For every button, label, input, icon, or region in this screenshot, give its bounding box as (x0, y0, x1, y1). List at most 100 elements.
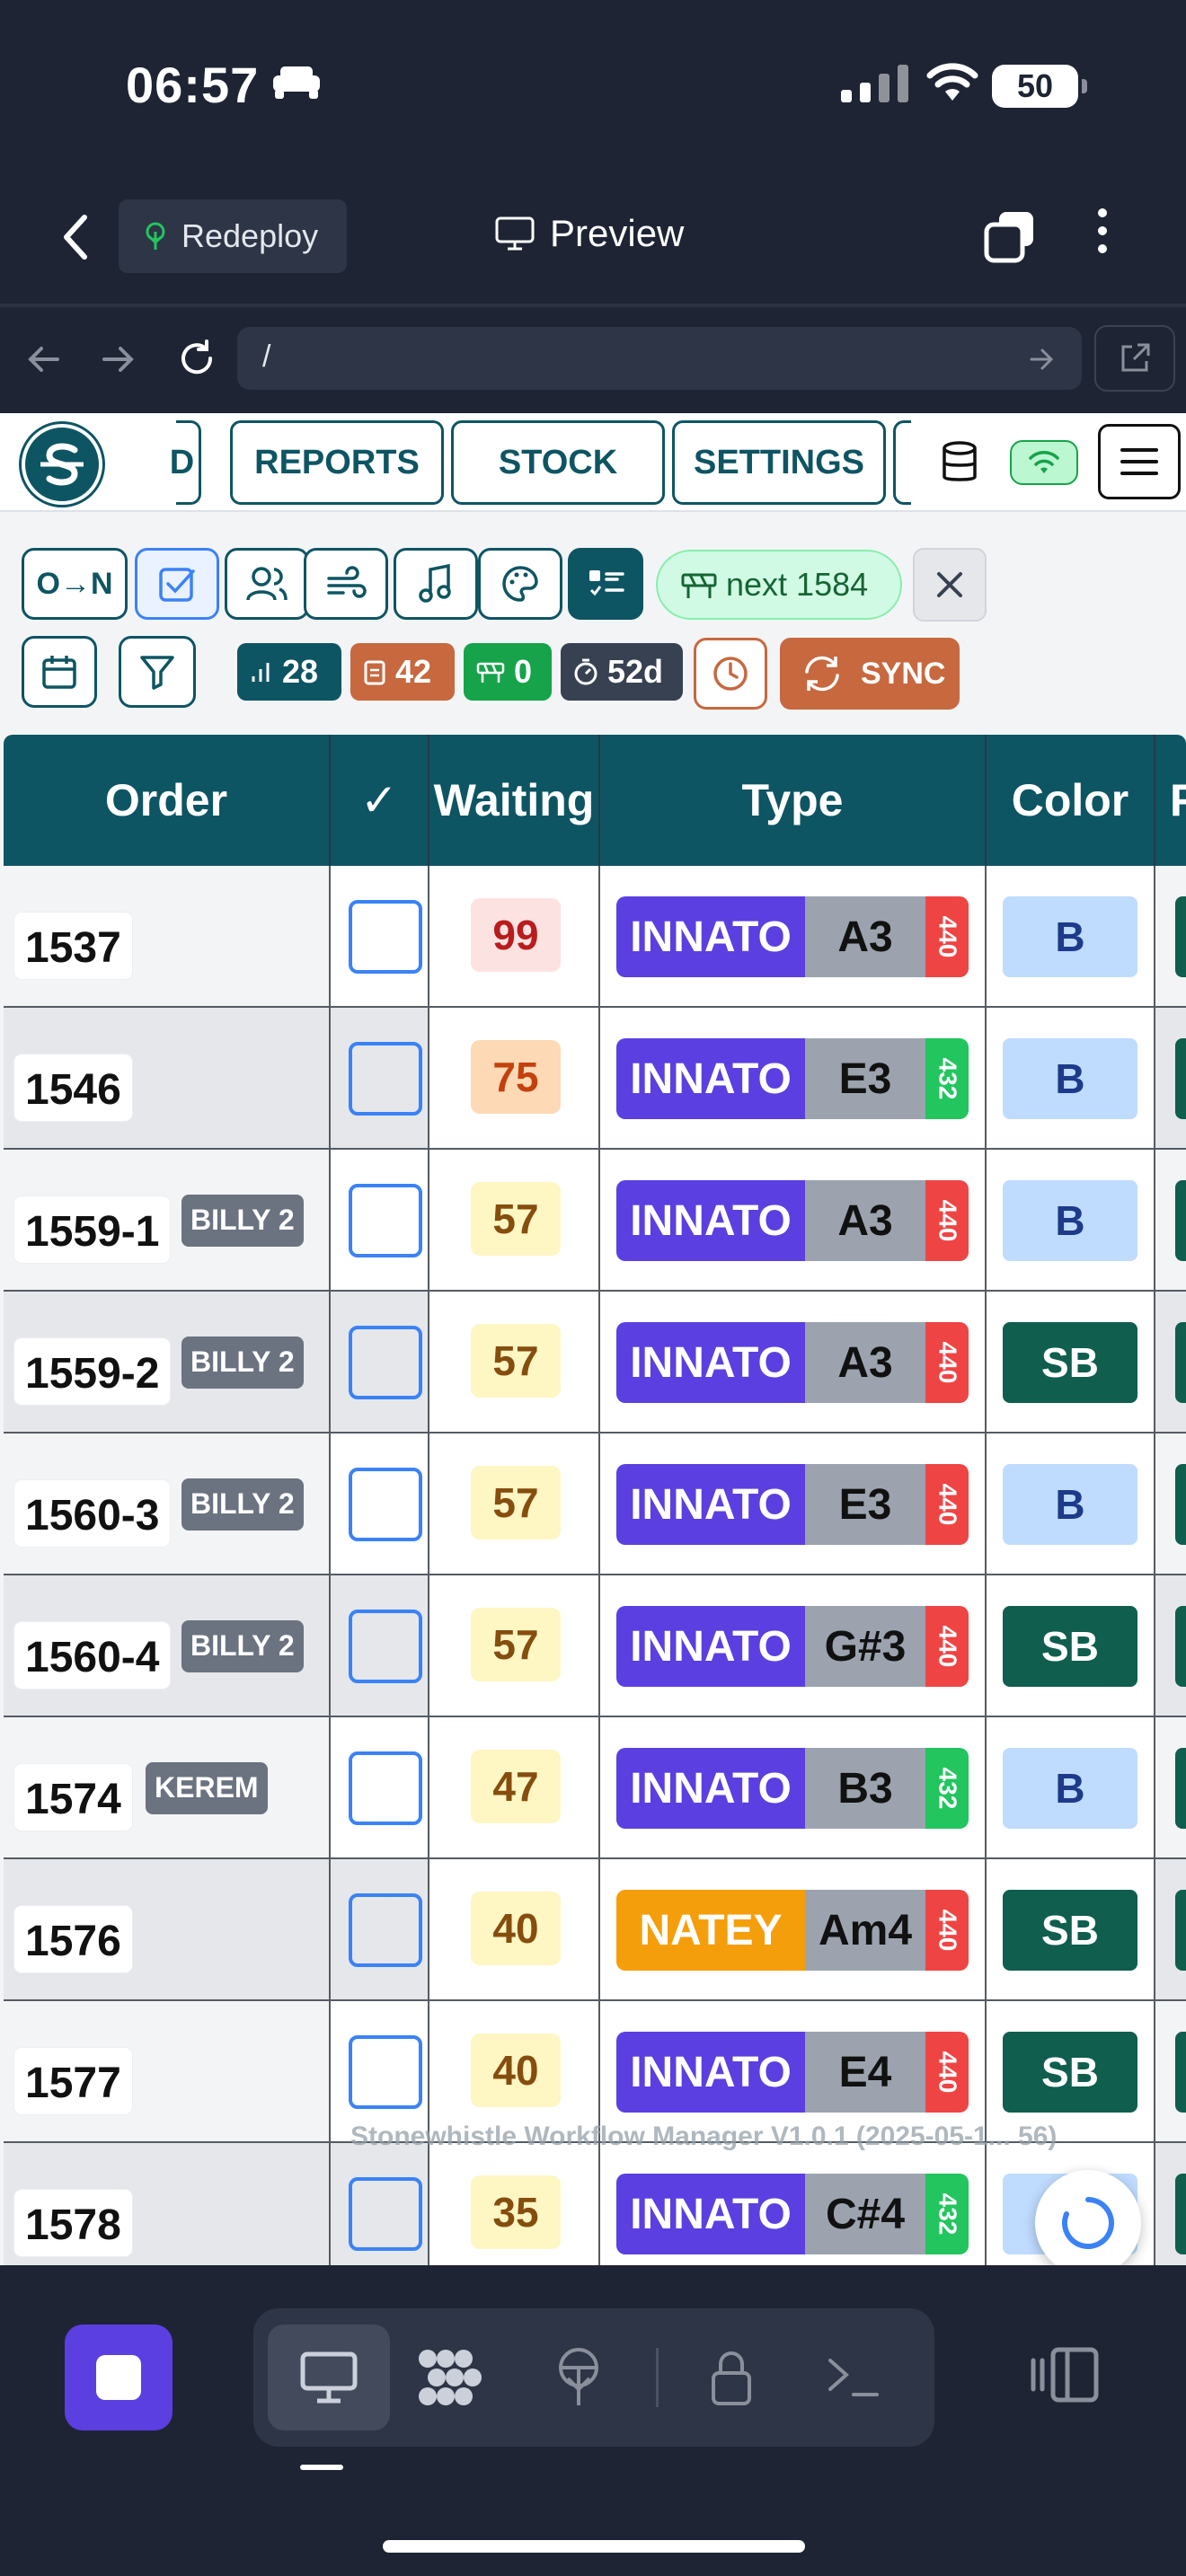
table-row[interactable]: 1574 KEREM 47 INNATO B3 432 B (4, 1717, 1186, 1859)
open-external-button[interactable] (1094, 325, 1175, 392)
color-badge[interactable]: SB (1003, 1890, 1137, 1971)
color-badge[interactable]: B (1003, 896, 1137, 977)
order-number[interactable]: 1559-1 (14, 1196, 171, 1263)
instrument-type-badge[interactable]: INNATO E4 440 (616, 2032, 969, 2113)
tab-settings[interactable]: SETTINGS (672, 420, 886, 505)
instrument-type-badge[interactable]: INNATO A3 440 (616, 1180, 969, 1261)
music-button[interactable] (394, 548, 478, 620)
deploy-view-button[interactable] (518, 2325, 640, 2430)
url-input[interactable]: / (237, 327, 1082, 390)
hamburger-menu-button[interactable] (1098, 424, 1181, 499)
row-checkbox[interactable] (349, 1610, 422, 1683)
tab-partial-right[interactable] (893, 420, 911, 505)
color-badge[interactable]: B (1003, 1748, 1137, 1829)
tabs-icon[interactable] (983, 208, 1039, 264)
row-checkbox[interactable] (349, 2035, 422, 2109)
more-menu-icon[interactable] (1098, 208, 1107, 253)
next-column-badge[interactable] (1175, 2174, 1186, 2254)
history-button[interactable] (694, 638, 767, 710)
row-checkbox[interactable] (349, 1893, 422, 1967)
back-chevron-icon[interactable] (56, 212, 95, 262)
column-header-waiting[interactable]: Waiting (429, 735, 600, 866)
table-row[interactable]: 1537 99 INNATO A3 440 B (4, 866, 1186, 1008)
table-row[interactable]: 1560-4 BILLY 2 57 INNATO G#3 440 SB (4, 1575, 1186, 1717)
desktop-view-button[interactable] (268, 2325, 390, 2430)
home-indicator[interactable] (383, 2540, 805, 2553)
instrument-type-badge[interactable]: INNATO A3 440 (616, 896, 969, 977)
next-column-badge[interactable] (1175, 1038, 1186, 1119)
instrument-type-badge[interactable]: NATEY Am4 440 (616, 1890, 969, 1971)
instrument-type-badge[interactable]: INNATO C#4 432 (616, 2174, 969, 2254)
color-badge[interactable]: B (1003, 1038, 1137, 1119)
instrument-type-badge[interactable]: INNATO A3 440 (616, 1322, 969, 1403)
list-view-button[interactable] (568, 548, 643, 620)
connection-status-button[interactable] (1010, 440, 1078, 485)
workspace-view-button[interactable] (390, 2325, 512, 2430)
row-checkbox[interactable] (349, 900, 422, 974)
color-badge[interactable]: SB (1003, 2032, 1137, 2113)
table-row[interactable]: 157835INNATOC#4432B (4, 2143, 1186, 2265)
palette-button[interactable] (478, 548, 562, 620)
order-number[interactable]: 1546 (14, 1054, 132, 1121)
next-column-badge[interactable] (1175, 1748, 1186, 1829)
next-column-badge[interactable] (1175, 1464, 1186, 1545)
shell-view-button[interactable] (792, 2325, 915, 2430)
next-column-badge[interactable] (1175, 1890, 1186, 1971)
order-number[interactable]: 1574 (14, 1764, 132, 1831)
next-column-badge[interactable] (1175, 1180, 1186, 1261)
instrument-type-badge[interactable]: INNATO E3 440 (616, 1464, 969, 1545)
next-column-badge[interactable] (1175, 2032, 1186, 2113)
next-column-badge[interactable] (1175, 1322, 1186, 1403)
column-header-partial[interactable]: F (1155, 735, 1186, 866)
order-number[interactable]: 1578 (14, 2190, 132, 2256)
order-number[interactable]: 1537 (14, 913, 132, 979)
instrument-type-badge[interactable]: INNATO B3 432 (616, 1748, 969, 1829)
database-button[interactable] (916, 426, 1003, 499)
color-badge[interactable]: SB (1003, 1322, 1137, 1403)
row-checkbox[interactable] (349, 1184, 422, 1257)
table-row[interactable]: 1576 40 NATEY Am4 440 SB (4, 1859, 1186, 2001)
clear-button[interactable] (913, 548, 987, 622)
customers-button[interactable] (225, 548, 309, 620)
order-number[interactable]: 1559-2 (14, 1338, 171, 1405)
row-checkbox[interactable] (349, 2177, 422, 2251)
order-number[interactable]: 1560-4 (14, 1622, 171, 1689)
color-badge[interactable]: SB (1003, 1606, 1137, 1687)
tab-partial[interactable]: D (170, 420, 201, 505)
reload-icon[interactable] (176, 338, 217, 379)
filter-button[interactable] (119, 636, 196, 708)
instrument-type-badge[interactable]: INNATO E3 432 (616, 1038, 969, 1119)
table-row[interactable]: 1560-3 BILLY 2 57 INNATO E3 440 B (4, 1434, 1186, 1575)
row-checkbox[interactable] (349, 1326, 422, 1399)
browser-back-icon[interactable] (25, 341, 61, 377)
column-header-color[interactable]: Color (987, 735, 1155, 866)
table-row[interactable]: 1546 75 INNATO E3 432 B (4, 1008, 1186, 1150)
browser-forward-icon[interactable] (101, 341, 137, 377)
next-order-pill[interactable]: next 1584 (656, 550, 902, 620)
tab-stock[interactable]: STOCK (451, 420, 665, 505)
row-checkbox[interactable] (349, 1468, 422, 1541)
panel-toggle-icon[interactable] (1026, 2344, 1102, 2405)
order-number[interactable]: 1576 (14, 1906, 132, 1972)
table-row[interactable]: 1559-1 BILLY 2 57 INNATO A3 440 B (4, 1150, 1186, 1292)
instrument-type-badge[interactable]: INNATO G#3 440 (616, 1606, 969, 1687)
calendar-button[interactable] (22, 636, 97, 708)
checklist-toggle-button[interactable] (135, 548, 219, 620)
row-checkbox[interactable] (349, 1042, 422, 1116)
color-badge[interactable]: B (1003, 1180, 1137, 1261)
color-badge[interactable]: B (1003, 1464, 1137, 1545)
wind-button[interactable] (304, 548, 388, 620)
secrets-view-button[interactable] (670, 2325, 792, 2430)
sort-order-button[interactable]: O→N (22, 548, 128, 620)
next-column-badge[interactable] (1175, 896, 1186, 977)
stonewhistle-logo[interactable] (22, 424, 102, 505)
order-number[interactable]: 1577 (14, 2048, 132, 2114)
sync-button[interactable]: SYNC (780, 638, 960, 710)
redeploy-button[interactable]: Redeploy (119, 199, 347, 273)
next-column-badge[interactable] (1175, 1606, 1186, 1687)
stop-button[interactable] (65, 2325, 173, 2430)
tab-reports[interactable]: REPORTS (230, 420, 444, 505)
table-row[interactable]: 1559-2 BILLY 2 57 INNATO A3 440 SB (4, 1292, 1186, 1434)
column-header-check[interactable]: ✓ (331, 735, 429, 866)
go-arrow-icon[interactable] (1028, 345, 1057, 374)
